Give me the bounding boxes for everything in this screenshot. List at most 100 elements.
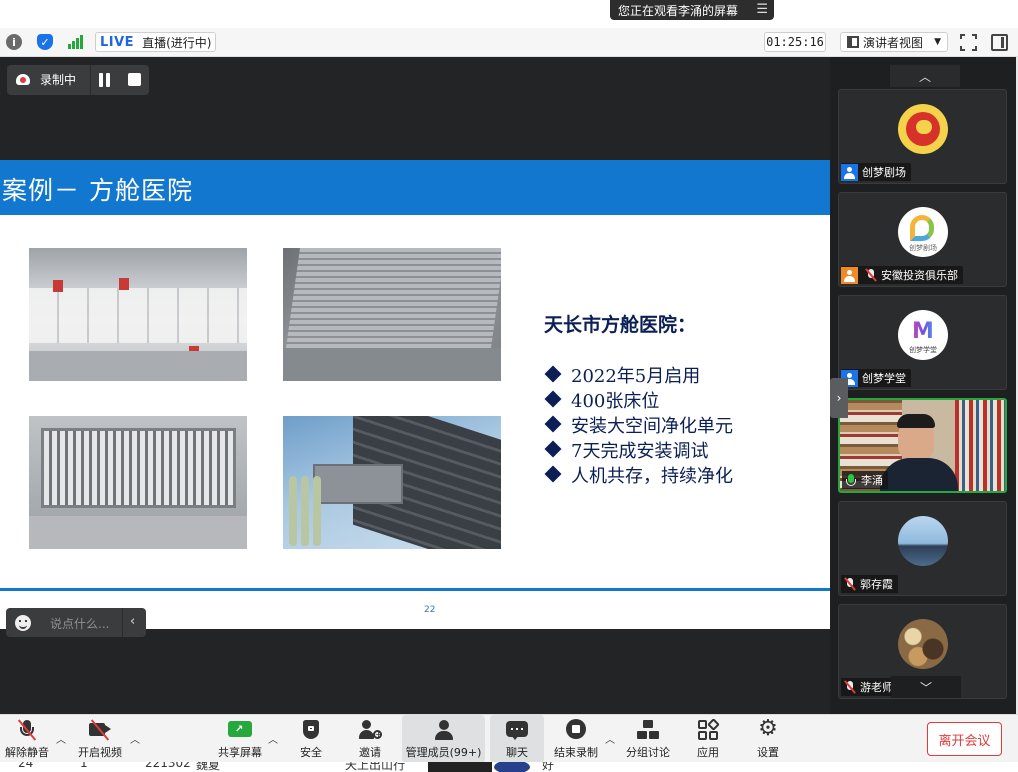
mic-muted-icon [844, 577, 856, 591]
participant-tile[interactable]: 创梦剧场 [838, 89, 1007, 184]
list-item: 7天完成安装调试 [544, 437, 733, 462]
participants-button[interactable]: 管理成员(99+) [402, 715, 485, 763]
participant-name-tag: 李涌 [842, 471, 888, 489]
chat-button[interactable]: 聊天 [490, 715, 544, 763]
cloud-record-icon [16, 74, 30, 85]
add-user-icon: + [358, 719, 382, 741]
stop-record-icon [564, 719, 588, 741]
slide-divider [0, 588, 830, 591]
mic-muted-icon [865, 268, 877, 282]
chevron-left-icon[interactable]: ‹ [130, 614, 135, 629]
participant-name-tag: 创梦学堂 [841, 369, 911, 387]
view-mode-dropdown[interactable]: 演讲者视图 ▼ [840, 32, 948, 52]
security-shield-icon [299, 719, 323, 741]
user-icon [841, 266, 858, 284]
viewing-text: 您正在观看李涌的屏幕 [618, 3, 739, 18]
start-video-button[interactable]: 开启视频 [74, 715, 126, 763]
green-logo-avatar: 创梦剧场 [898, 207, 948, 257]
diamond-bullet-icon [544, 390, 562, 408]
meeting-app: 您正在观看李涌的屏幕 ☰ i ✓ LIVE 直播(进行中) 01:25:16 演… [0, 0, 1018, 772]
leave-meeting-button[interactable]: 离开会议 [927, 722, 1002, 756]
info-icon[interactable]: i [6, 34, 22, 50]
side-panel-icon[interactable] [991, 34, 1008, 51]
background-window-strip: 24 1 221302 魏夏 天上出山行 好 [0, 762, 1018, 772]
air-grille-photo [29, 416, 247, 549]
expand-gallery-button[interactable]: › [830, 378, 848, 418]
participant-name-tag: 安徽投资俱乐部 [841, 266, 963, 284]
chevron-up-icon[interactable]: ︿ [605, 731, 615, 746]
hospital-name: 天长市方舱医院： [544, 314, 697, 336]
participants-icon [432, 719, 456, 741]
slide-title: 案例－ 方舱医院 [2, 176, 193, 205]
security-button[interactable]: 安全 [291, 715, 331, 763]
video-off-icon [88, 719, 112, 741]
presentation-slide: 案例－ 方舱医院 天长市方舱医院： 2022年5月启用 400张床位 安装大空间… [0, 160, 830, 629]
unmute-button[interactable]: 解除静音 [2, 715, 52, 763]
gear-icon: ⚙ [758, 716, 778, 741]
share-screen-icon: ↗ [228, 719, 252, 741]
active-speaker-tile[interactable]: 李涌 [838, 398, 1007, 493]
participant-gallery: ︿ 创梦剧场 创梦剧场 安徽投资俱乐部 M 创梦学堂 创梦学堂 李涌 郭存霞 游… [830, 57, 1016, 714]
list-item: 400张床位 [544, 387, 733, 412]
list-item: 2022年5月启用 [544, 362, 733, 387]
chevron-up-icon[interactable]: ︿ [268, 731, 278, 746]
scroll-down-button[interactable]: ﹀ [891, 676, 961, 698]
invite-button[interactable]: + 邀请 [350, 715, 390, 763]
signal-icon[interactable] [67, 34, 83, 50]
chat-input[interactable]: 说点什么... [50, 615, 109, 632]
mic-on-icon [845, 473, 857, 487]
chat-bubble-icon [505, 719, 529, 741]
slide-page-number: 22 [424, 605, 436, 615]
participant-tile[interactable]: 郭存霞 [838, 501, 1007, 596]
breakout-icon [636, 719, 660, 741]
diamond-bullet-icon [544, 465, 562, 483]
chevron-up-icon[interactable]: ︿ [130, 731, 140, 746]
menu-icon[interactable]: ☰ [756, 2, 768, 17]
diamond-bullet-icon [544, 365, 562, 383]
chevron-up-icon[interactable]: ︿ [56, 731, 66, 746]
apps-grid-icon [696, 718, 720, 741]
red-logo-avatar [898, 104, 948, 154]
viewing-banner[interactable]: 您正在观看李涌的屏幕 ☰ [610, 0, 774, 20]
speaker-view-icon [847, 36, 859, 48]
stop-recording-button[interactable] [128, 73, 141, 86]
lake-photo-avatar [898, 516, 948, 566]
quick-chat-bar[interactable]: 说点什么... ‹ [6, 608, 146, 637]
emoji-icon[interactable] [15, 615, 31, 631]
recording-indicator: 录制中 [7, 65, 149, 95]
participant-name-tag: 郭存霞 [841, 575, 898, 593]
view-mode-label: 演讲者视图 [863, 35, 924, 50]
chevron-down-icon: ﹀ [919, 680, 932, 695]
shield-icon[interactable]: ✓ [37, 34, 53, 50]
mic-muted-icon [15, 719, 39, 741]
pause-recording-button[interactable] [98, 73, 112, 87]
settings-button[interactable]: ⚙ 设置 [750, 715, 786, 763]
list-item: 人机共存，持续净化 [544, 462, 733, 487]
live-status: 直播(进行中) [142, 35, 212, 50]
ward-interior-photo [29, 248, 247, 381]
diamond-bullet-icon [544, 415, 562, 433]
user-icon [841, 163, 858, 181]
participant-tile[interactable]: M 创梦学堂 创梦学堂 [838, 295, 1007, 390]
apps-button[interactable]: 应用 [690, 715, 726, 763]
meeting-top-bar: i ✓ LIVE 直播(进行中) 01:25:16 演讲者视图 ▼ [0, 28, 1018, 57]
recording-label: 录制中 [40, 73, 77, 87]
stop-recording-toolbar-button[interactable]: 结束录制 [550, 715, 602, 763]
chevron-right-icon: › [836, 391, 842, 405]
fullscreen-icon[interactable] [960, 34, 977, 51]
top-margin [0, 0, 1018, 28]
m-logo-avatar: M 创梦学堂 [898, 310, 948, 360]
list-item: 安装大空间净化单元 [544, 412, 733, 437]
live-status-badge[interactable]: LIVE 直播(进行中) [95, 32, 217, 52]
share-screen-button[interactable]: ↗ 共享屏幕 [215, 715, 265, 763]
building-exterior-photo [283, 416, 501, 549]
mic-muted-icon [844, 680, 856, 694]
meeting-toolbar: 解除静音 ︿ 开启视频 ︿ ↗ 共享屏幕 ︿ 安全 + 邀请 管理成员(99+)… [0, 714, 1018, 763]
participant-name-tag: 创梦剧场 [841, 163, 911, 181]
scroll-up-button[interactable]: ︿ [890, 65, 960, 87]
elapsed-timer: 01:25:16 [764, 32, 826, 52]
participant-name-tag: 游老师 [841, 678, 898, 696]
shared-screen-stage: 录制中 案例－ 方舱医院 天长市方舱医院： 2022年5月启用 400张床位 安… [0, 57, 830, 714]
breakout-rooms-button[interactable]: 分组讨论 [623, 715, 673, 763]
participant-tile[interactable]: 创梦剧场 安徽投资俱乐部 [838, 192, 1007, 287]
